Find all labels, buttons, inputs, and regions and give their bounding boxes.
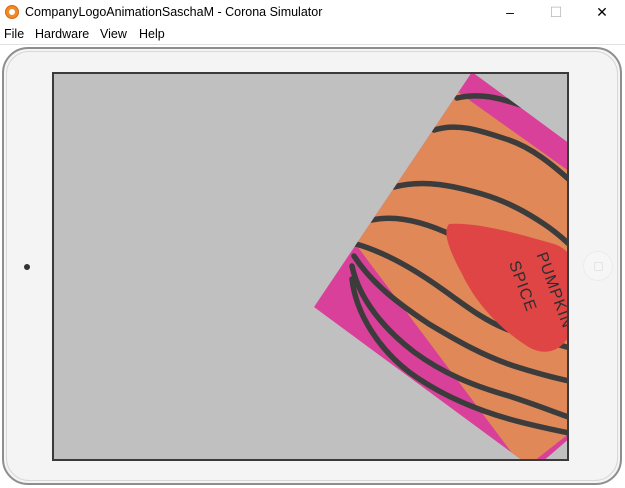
home-button[interactable] xyxy=(584,252,612,280)
title-bar: CompanyLogoAnimationSaschaM - Corona Sim… xyxy=(0,0,625,24)
window-title: CompanyLogoAnimationSaschaM - Corona Sim… xyxy=(25,5,323,19)
menu-view[interactable]: View xyxy=(100,26,127,42)
menu-file[interactable]: File xyxy=(4,26,24,42)
minimize-button[interactable]: – xyxy=(487,0,533,24)
pumpkin-spice-logo: PUMPKIN SPICE xyxy=(314,74,567,459)
menu-help[interactable]: Help xyxy=(139,26,165,42)
maximize-button[interactable]: ☐ xyxy=(533,0,579,24)
menu-hardware[interactable]: Hardware xyxy=(35,26,89,42)
camera-icon xyxy=(24,264,30,270)
menu-bar: File Hardware View Help xyxy=(0,24,625,45)
close-button[interactable]: ✕ xyxy=(579,0,625,24)
simulator-device-area: PUMPKIN SPICE xyxy=(0,45,625,488)
simulator-screen[interactable]: PUMPKIN SPICE xyxy=(52,72,569,461)
corona-app-icon[interactable] xyxy=(5,5,19,19)
